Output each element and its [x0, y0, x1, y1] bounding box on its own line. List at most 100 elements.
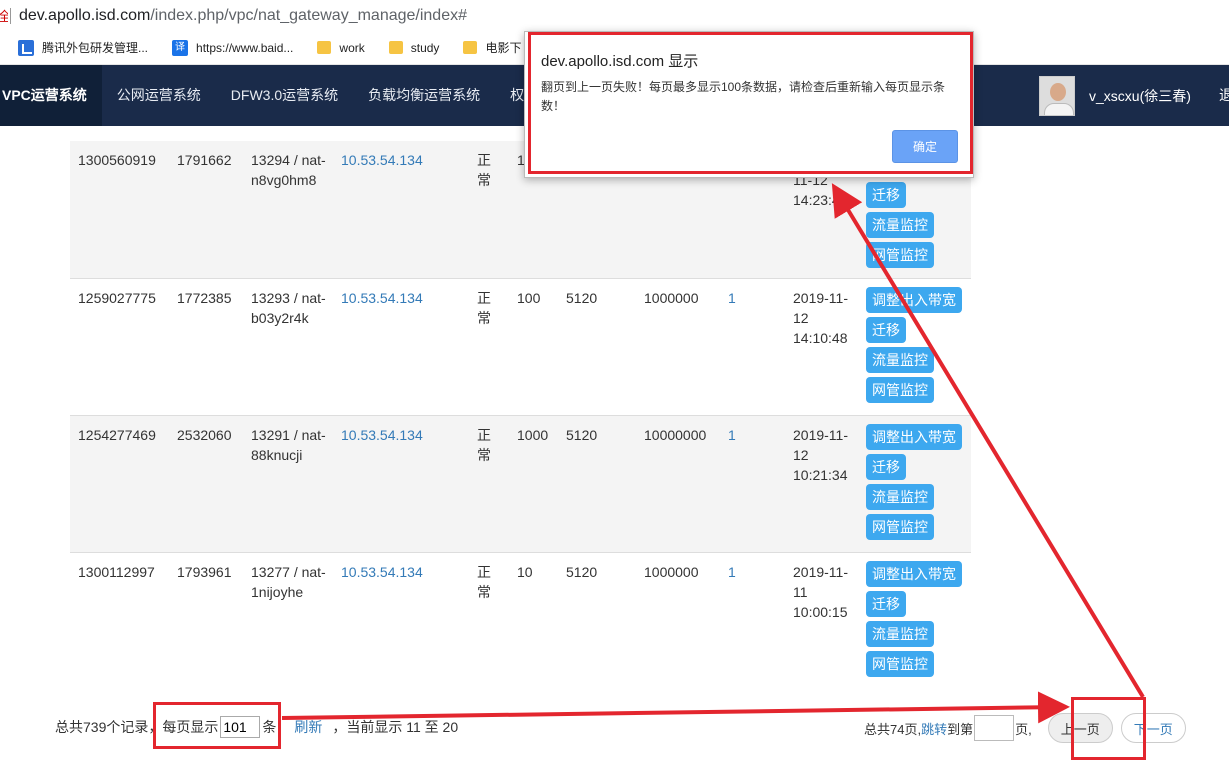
bookmark-label: 腾讯外包研发管理...: [42, 41, 149, 55]
next-page-button[interactable]: 下一页: [1120, 713, 1186, 743]
cell-connections: 5120: [566, 427, 598, 443]
adjust-bandwidth-button[interactable]: 调整出入带宽: [866, 287, 962, 313]
cell-status: 正常: [477, 290, 491, 326]
perpage-label: 每页显示: [162, 719, 219, 735]
row-actions: 调整出入带宽 迁移 流量监控 网管监控: [866, 287, 962, 407]
cell-gateway-name: 13291 / nat-88knucji: [251, 427, 326, 463]
bookmark-study[interactable]: study: [388, 40, 440, 55]
security-warning-icon: 全: [0, 9, 8, 24]
user-menu[interactable]: v_xscxu(徐三春): [1039, 76, 1191, 116]
cell-bandwidth: 100: [517, 290, 541, 306]
cell-gateway-name: 13277 / nat-1nijoyhe: [251, 564, 326, 600]
url-host: dev.apollo.isd.com: [19, 6, 151, 24]
address-separator: [10, 7, 11, 24]
refresh-link[interactable]: 刷新: [294, 717, 322, 737]
cell-connections: 5120: [566, 290, 598, 306]
cell-count-link[interactable]: 1: [728, 562, 736, 582]
nav-item-vpc[interactable]: VPC运营系统: [0, 65, 102, 126]
cell-bandwidth: 10: [517, 564, 533, 580]
page-unit: 页,: [1015, 721, 1032, 737]
network-monitor-button[interactable]: 网管监控: [866, 242, 934, 268]
pagination-controls: 总共74页, 跳转 到第 页, 上一页 下一页: [864, 713, 1186, 743]
perpage-unit: 条: [262, 719, 277, 735]
traffic-monitor-button[interactable]: 流量监控: [866, 484, 934, 510]
network-monitor-button[interactable]: 网管监控: [866, 651, 934, 677]
bookmark-label: work: [339, 40, 365, 55]
bookmark-label: https://www.baid...: [196, 40, 294, 55]
cell-create-time: 2019-11-11 10:00:15: [793, 564, 849, 620]
pagination-summary: 总共739个记录， 每页显示 条 刷新 ，当前显示 11 至 20: [55, 716, 458, 738]
cell-status: 正常: [477, 152, 491, 188]
cell-uin: 1793961: [177, 564, 232, 580]
dialog-ok-button[interactable]: 确定: [892, 130, 958, 163]
current-range-text: ，当前显示 11 至 20: [332, 719, 459, 735]
dialog-message: 翻页到上一页失败！每页最多显示100条数据，请检查后重新输入每页显示条数！: [541, 80, 946, 113]
traffic-monitor-button[interactable]: 流量监控: [866, 621, 934, 647]
cell-uin: 2532060: [177, 427, 232, 443]
jump-page-input[interactable]: [974, 715, 1015, 741]
adjust-bandwidth-button[interactable]: 调整出入带宽: [866, 561, 962, 587]
cell-bandwidth: 1000: [517, 427, 549, 443]
cell-uin: 1791662: [177, 152, 232, 168]
table-row: 1300112997 1793961 13277 / nat-1nijoyhe …: [70, 553, 971, 690]
migrate-button[interactable]: 迁移: [866, 317, 906, 343]
cell-max-concurrency: 10000000: [644, 427, 707, 443]
cell-gateway-name: 13294 / nat-n8vg0hm8: [251, 152, 326, 188]
table-row: 1254277469 2532060 13291 / nat-88knucji …: [70, 416, 971, 553]
alert-dialog: dev.apollo.isd.com 显示 翻页到上一页失败！每页最多显示100…: [524, 31, 974, 178]
cell-ip-link[interactable]: 10.53.54.134: [341, 150, 423, 170]
migrate-button[interactable]: 迁移: [866, 454, 906, 480]
cell-ip-link[interactable]: 10.53.54.134: [341, 425, 423, 445]
bookmark-movies[interactable]: 电影下: [463, 39, 521, 56]
bookmark-baidu[interactable]: 译 https://www.baid...: [172, 39, 294, 56]
adjust-bandwidth-button[interactable]: 调整出入带宽: [866, 424, 962, 450]
cell-create-time: 2019-11-12 10:21:34: [793, 427, 849, 483]
cell-uin: 1772385: [177, 290, 232, 306]
network-monitor-button[interactable]: 网管监控: [866, 514, 934, 540]
folder-icon: [388, 41, 403, 54]
url-text[interactable]: dev.apollo.isd.com/index.php/vpc/nat_gat…: [19, 7, 467, 25]
main-content: 1300560919 1791662 13294 / nat-n8vg0hm8 …: [0, 126, 1229, 768]
nav-item-public-net[interactable]: 公网运营系统: [102, 65, 216, 126]
cell-create-time: 2019-11-12 14:10:48: [793, 290, 849, 346]
url-path: /index.php/vpc/nat_gateway_manage/index#: [150, 6, 467, 24]
cell-count-link[interactable]: 1: [728, 425, 736, 445]
cell-ip-link[interactable]: 10.53.54.134: [341, 288, 423, 308]
bookmark-work[interactable]: work: [317, 40, 365, 55]
total-pages-text: 总共74页,: [864, 721, 922, 737]
tencent-icon: [18, 39, 34, 56]
traffic-monitor-button[interactable]: 流量监控: [866, 347, 934, 373]
address-bar[interactable]: 全 dev.apollo.isd.com/index.php/vpc/nat_g…: [0, 0, 1229, 31]
perpage-input[interactable]: [220, 716, 261, 738]
folder-icon: [463, 41, 478, 54]
bookmark-label: 电影下: [485, 41, 522, 55]
user-name: v_xscxu(徐三春): [1089, 88, 1191, 104]
row-actions: 调整出入带宽 迁移 流量监控 网管监控: [866, 424, 962, 544]
cell-status: 正常: [477, 427, 491, 463]
cell-status: 正常: [477, 564, 491, 600]
cell-max-concurrency: 1000000: [644, 290, 699, 306]
cell-app-id: 1254277469: [78, 427, 156, 443]
cell-app-id: 1300112997: [78, 564, 155, 580]
traffic-monitor-button[interactable]: 流量监控: [866, 212, 934, 238]
table-row: 1259027775 1772385 13293 / nat-b03y2r4k …: [70, 279, 971, 416]
cell-ip-link[interactable]: 10.53.54.134: [341, 562, 423, 582]
migrate-button[interactable]: 迁移: [866, 591, 906, 617]
nat-gateway-table: 1300560919 1791662 13294 / nat-n8vg0hm8 …: [70, 141, 971, 690]
logout-link[interactable]: 退: [1219, 65, 1229, 126]
row-actions: 迁移 流量监控 网管监控: [866, 182, 934, 272]
prev-page-button[interactable]: 上一页: [1047, 713, 1113, 743]
migrate-button[interactable]: 迁移: [866, 182, 906, 208]
dialog-title: dev.apollo.isd.com 显示: [541, 53, 699, 70]
cell-count-link[interactable]: 1: [728, 288, 736, 308]
cell-max-concurrency: 1000000: [644, 564, 699, 580]
nav-item-load-balancer[interactable]: 负载均衡运营系统: [353, 65, 495, 126]
cell-connections: 5120: [566, 564, 598, 580]
jump-link[interactable]: 跳转: [921, 719, 947, 738]
network-monitor-button[interactable]: 网管监控: [866, 377, 934, 403]
nav-item-dfw[interactable]: DFW3.0运营系统: [216, 65, 353, 126]
bookmark-label: study: [410, 40, 440, 55]
bookmark-tencent[interactable]: 腾讯外包研发管理...: [18, 39, 148, 56]
cell-app-id: 1259027775: [78, 290, 156, 306]
jump-to-label: 到第: [947, 721, 974, 737]
